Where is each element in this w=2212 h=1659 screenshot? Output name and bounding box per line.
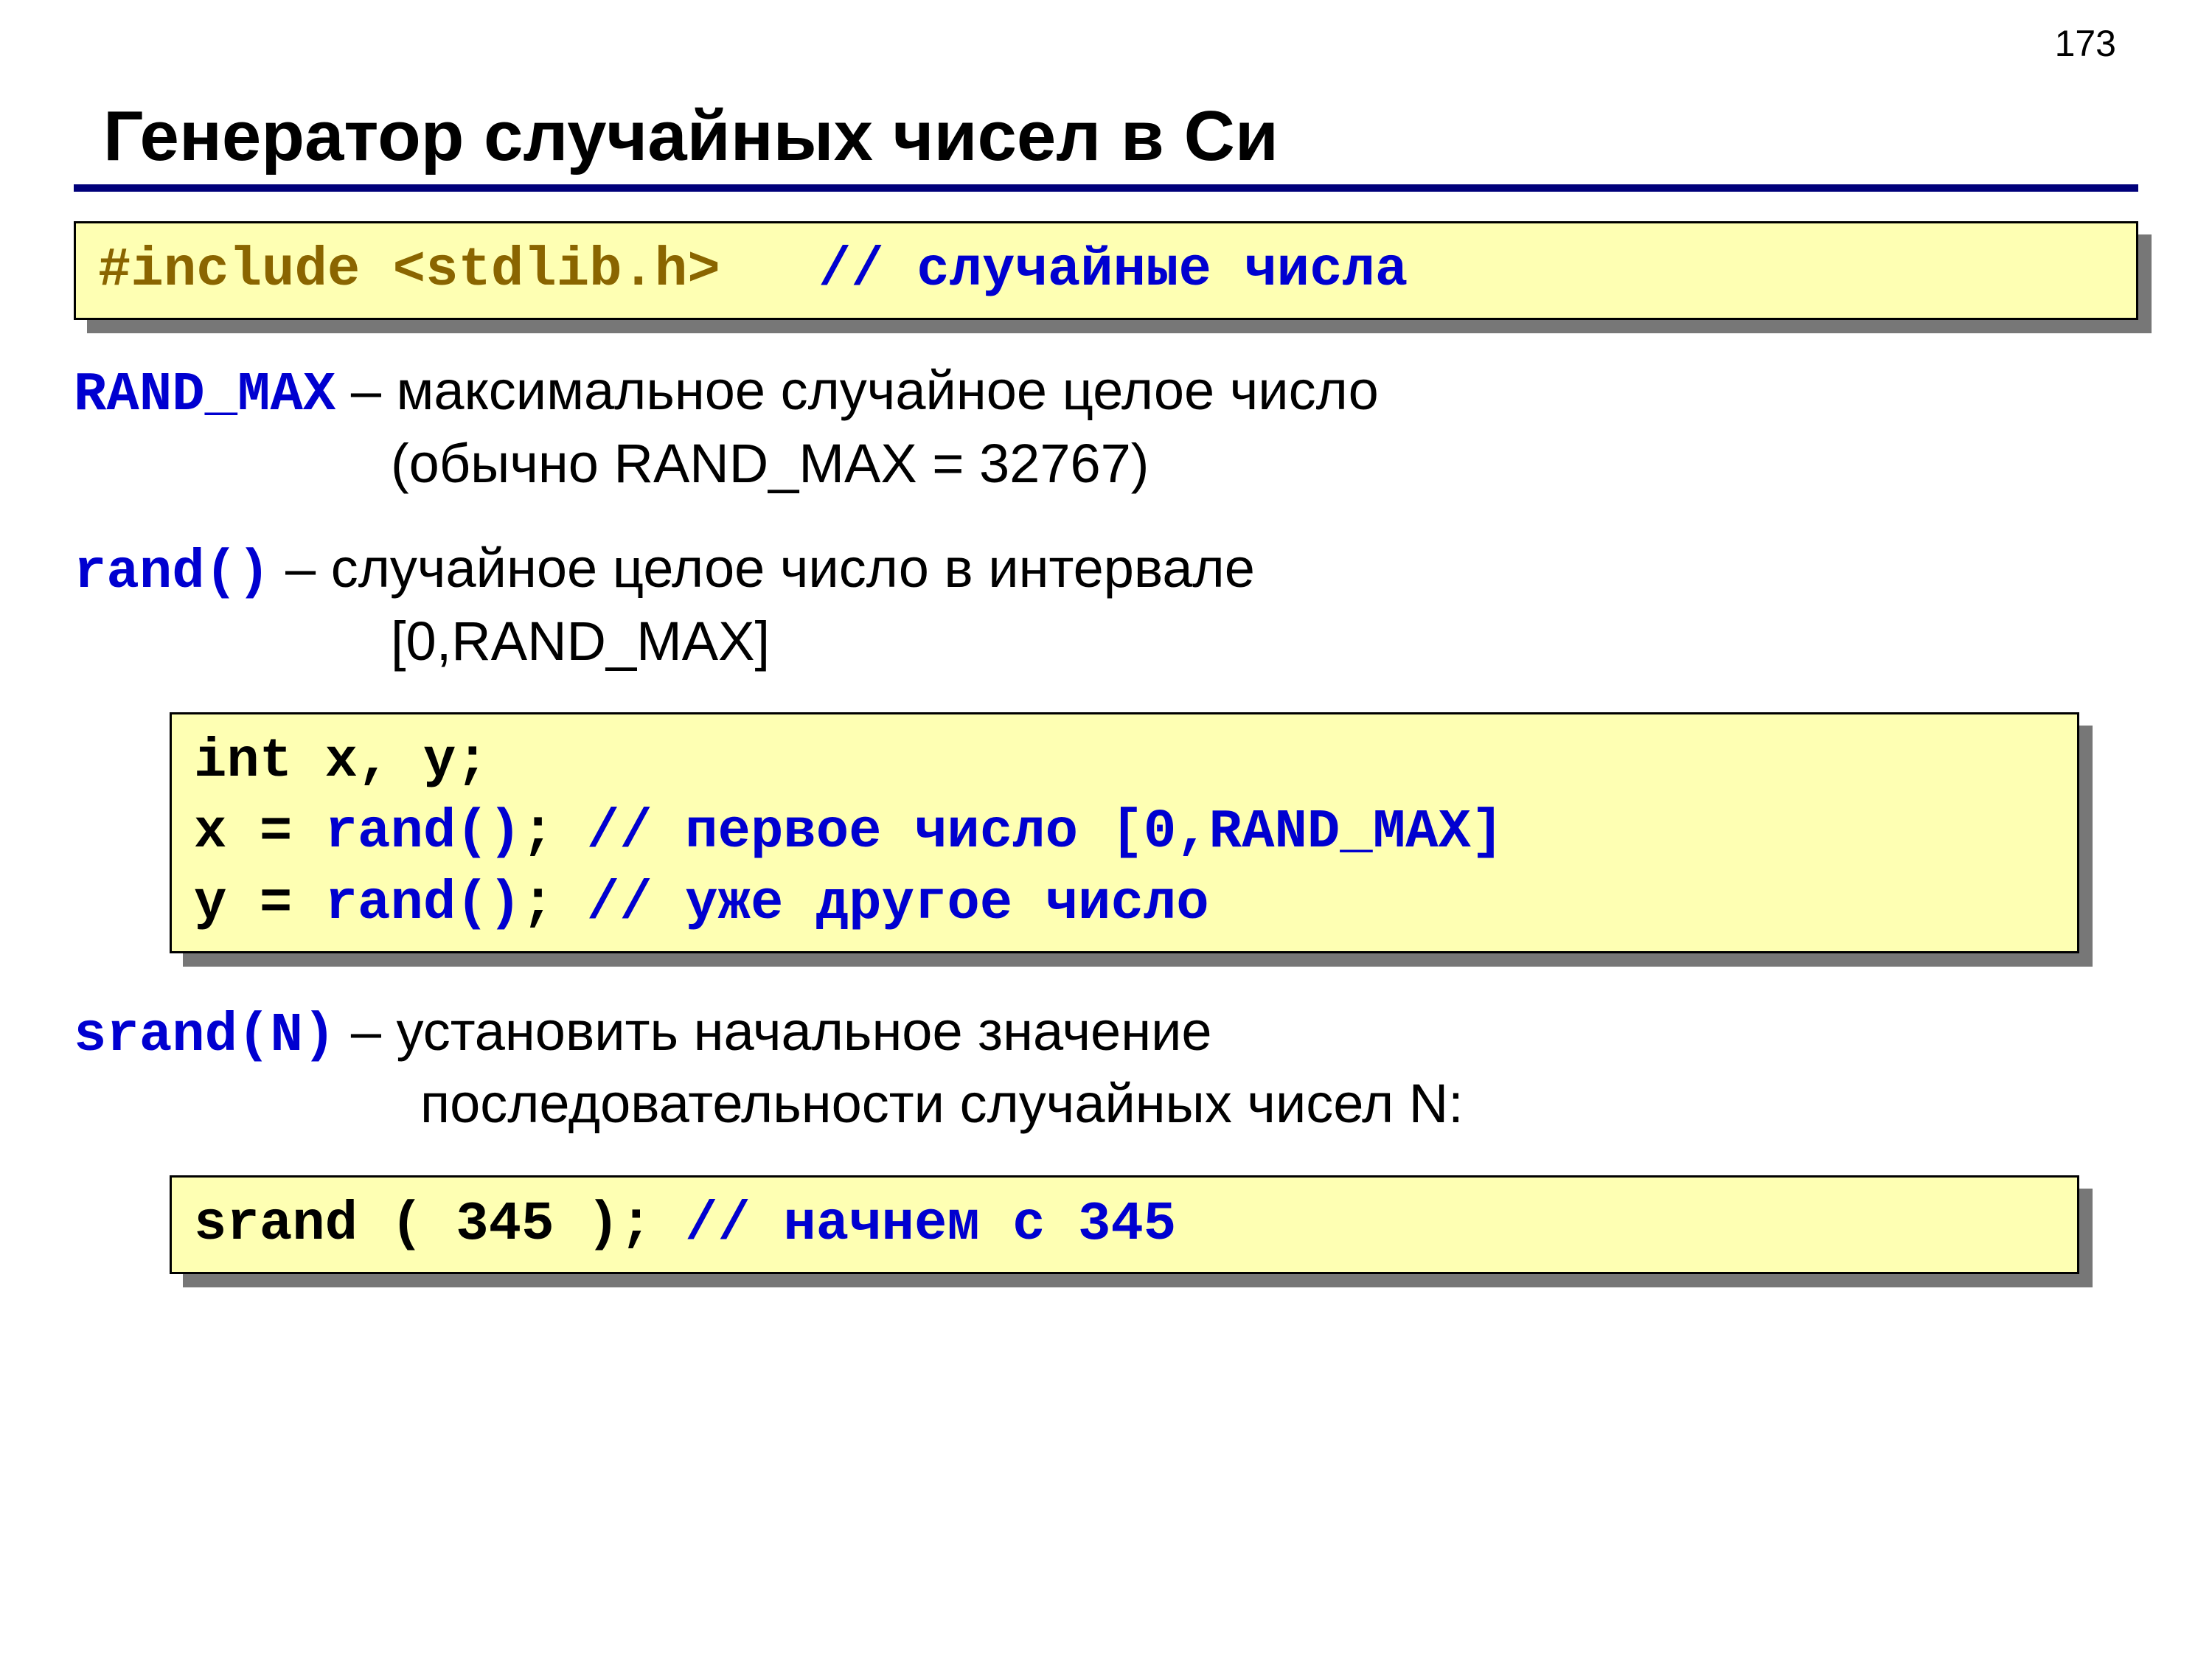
codebox-rand-example: int x, y; x = rand(); // первое число [0…	[170, 712, 2079, 953]
slide: 173 Генератор случайных чисел в Си #incl…	[0, 0, 2212, 1659]
code-line: int x, y;	[194, 731, 489, 793]
kw-rand-call: rand()	[325, 873, 521, 935]
para-srand: srand(N) – установить начальное значение…	[74, 998, 2138, 1138]
text: – случайное целое число в интервале	[270, 538, 1254, 599]
code-text: ;	[521, 873, 587, 935]
kw-rand: rand()	[74, 542, 270, 604]
codebox-srand-example: srand ( 345 ); // начнем с 345	[170, 1175, 2079, 1274]
text-line2: (обычно RAND_MAX = 32767)	[74, 430, 2138, 498]
code-text: y =	[194, 873, 325, 935]
code-text: ;	[521, 801, 587, 863]
code-comment: // первое число [0,RAND_MAX]	[587, 801, 1503, 863]
kw-randmax: RAND_MAX	[74, 364, 335, 426]
text: – установить начальное значение	[335, 1001, 1211, 1062]
kw-srand: srand(N)	[74, 1005, 335, 1067]
kw-rand-call: rand()	[325, 801, 521, 863]
code-comment: // уже другое число	[587, 873, 1209, 935]
code-text: x =	[194, 801, 325, 863]
codebox-content: srand ( 345 ); // начнем с 345	[170, 1175, 2079, 1274]
spacer	[720, 240, 818, 302]
page-title: Генератор случайных чисел в Си	[103, 96, 2138, 177]
code-comment: // случайные числа	[818, 240, 1408, 302]
codebox-content: int x, y; x = rand(); // первое число [0…	[170, 712, 2079, 953]
text-line2: последовательности случайных чисел N:	[74, 1070, 2138, 1138]
page-number: 173	[2055, 22, 2116, 65]
text-line2: [0,RAND_MAX]	[74, 608, 2138, 676]
code-comment: // начнем с 345	[685, 1194, 1176, 1256]
preproc-directive: #include <stdlib.h>	[98, 240, 720, 302]
code-text: srand ( 345 );	[194, 1194, 685, 1256]
title-rule	[74, 184, 2138, 192]
para-randmax: RAND_MAX – максимальное случайное целое …	[74, 357, 2138, 498]
codebox-content: #include <stdlib.h> // случайные числа	[74, 221, 2138, 320]
text: – максимальное случайное целое число	[335, 360, 1379, 421]
codebox-include: #include <stdlib.h> // случайные числа	[74, 221, 2138, 320]
para-rand: rand() – случайное целое число в интерва…	[74, 535, 2138, 675]
